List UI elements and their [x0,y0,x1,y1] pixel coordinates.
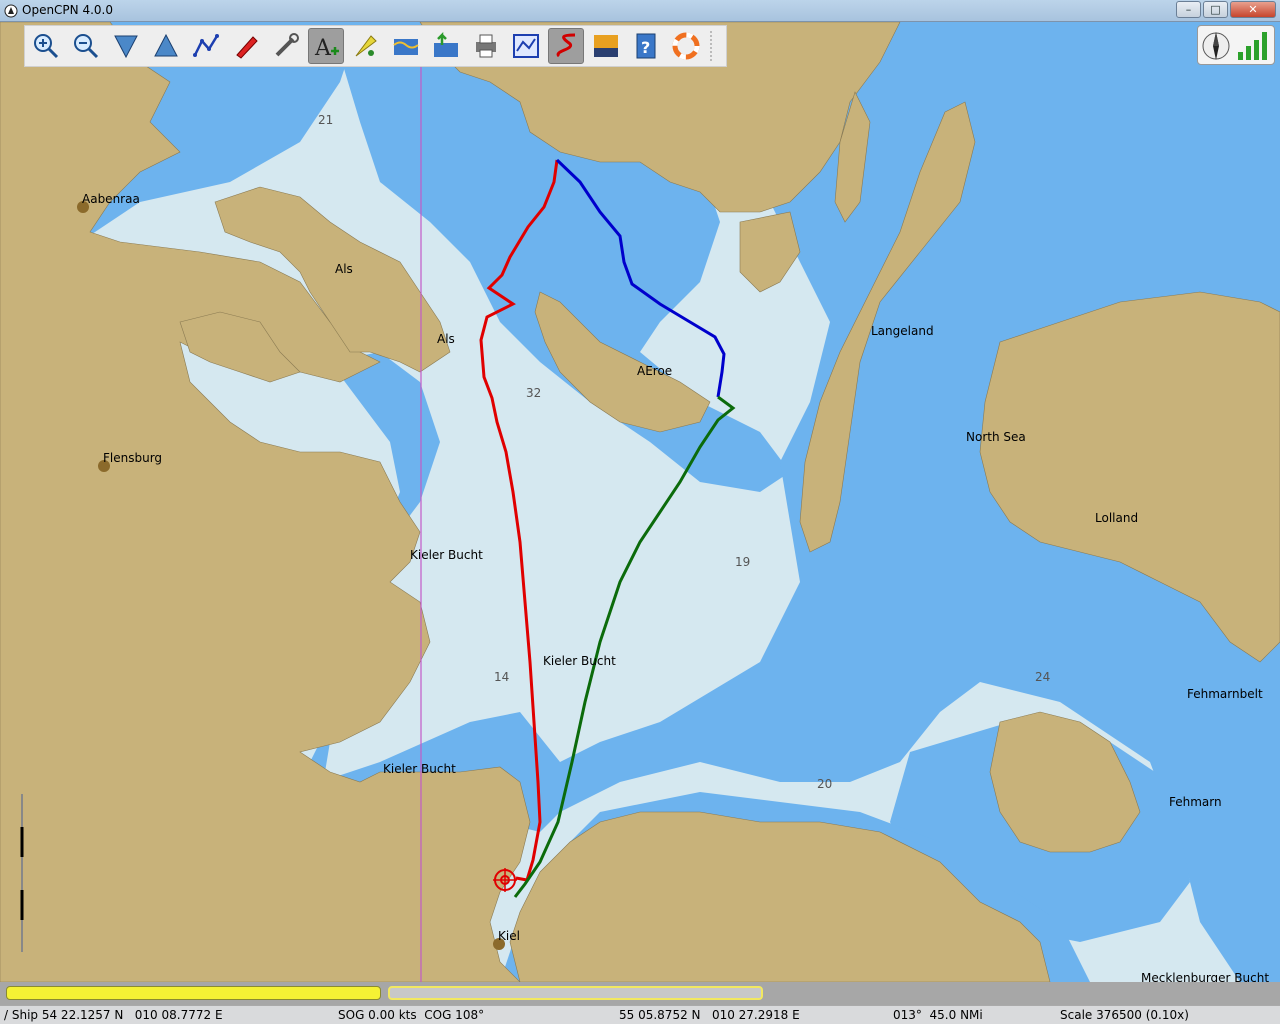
track-button[interactable] [548,28,584,64]
nautical-chart[interactable]: 21 32 19 14 24 20 Aabenraa Als Als Flens… [0,22,1280,982]
place-label: Als [437,332,455,346]
place-label: North Sea [966,430,1026,444]
place-label: Mecklenburger Bucht [1141,971,1269,982]
scale-out-icon [154,33,178,57]
text-add-icon: A [314,36,339,61]
place-label: Lolland [1095,511,1138,525]
help-icon: ? [636,33,656,59]
place-label: Fehmarnbelt [1187,687,1263,701]
place-label: Kiel [498,929,520,943]
place-label: AEroe [637,364,672,378]
color-scheme-button[interactable] [588,28,624,64]
place-label: Als [335,262,353,276]
print-button[interactable] [468,28,504,64]
depth-sounding: 19 [735,555,750,569]
mob-button[interactable] [668,28,704,64]
chart-piano-key-active[interactable] [6,986,381,1000]
status-bar: / Ship 54 22.1257 N 010 08.7772 E SOG 0.… [0,1005,1280,1024]
current-icon [434,31,458,57]
toolbar-grip[interactable] [710,31,718,61]
tide-wave-icon [393,39,419,55]
place-label: Kieler Bucht [543,654,616,668]
place-label: Kieler Bucht [410,548,483,562]
svg-text:A: A [314,36,332,61]
signal-strength-icon [1238,32,1267,60]
ship-position: / Ship 54 22.1257 N 010 08.7772 E [4,1008,223,1022]
place-label: Fehmarn [1169,795,1222,809]
scale-in-button[interactable] [108,28,144,64]
options-button[interactable] [268,28,304,64]
app-logo-icon [4,4,18,18]
tide-button[interactable] [388,28,424,64]
printer-icon [476,34,496,58]
depth-sounding: 14 [494,670,509,684]
chart-scale: Scale 376500 (0.10x) [1060,1008,1189,1022]
sunset-icon [594,35,618,57]
track-icon [556,33,576,58]
zoom-in-icon [34,34,59,59]
depth-sounding: 32 [526,386,541,400]
auto-follow-button[interactable] [228,28,264,64]
chart-piano-bar [0,982,1280,1005]
chart-piano-key[interactable] [388,986,763,1000]
depth-sounding: 24 [1035,670,1050,684]
lifebuoy-icon [672,32,700,60]
close-button[interactable]: ✕ [1230,1,1276,18]
current-button[interactable] [428,28,464,64]
zoom-in-button[interactable] [28,28,64,64]
place-label: Flensburg [103,451,162,465]
route-manager-button[interactable] [508,28,544,64]
current-tide-button[interactable] [348,28,384,64]
chart-canvas[interactable]: 21 32 19 14 24 20 Aabenraa Als Als Flens… [0,22,1280,982]
place-label: Kieler Bucht [383,762,456,776]
sog-cog: SOG 0.00 kts COG 108° [338,1008,485,1022]
create-route-button[interactable] [188,28,224,64]
depth-sounding: 21 [318,113,333,127]
window-title: OpenCPN 4.0.0 [22,3,113,17]
tide-icon [355,35,377,57]
place-label: Langeland [871,324,934,338]
ship-icon [236,36,258,59]
maximize-button[interactable]: □ [1203,1,1228,18]
main-toolbar: A ? [24,25,727,67]
depth-sounding: 20 [817,777,832,791]
place-label: Aabenraa [82,192,140,206]
compass-icon [1202,32,1267,60]
wrench-icon [275,33,299,57]
route-icon [193,34,219,57]
svg-text:?: ? [641,38,650,57]
title-bar: OpenCPN 4.0.0 – □ ✕ [0,0,1280,22]
compass-widget[interactable] [1197,25,1275,65]
zoom-out-icon [74,34,99,59]
minimize-button[interactable]: – [1176,1,1201,18]
help-button[interactable]: ? [628,28,664,64]
scale-out-button[interactable] [148,28,184,64]
text-button[interactable]: A [308,28,344,64]
scale-in-icon [114,35,138,59]
zoom-out-button[interactable] [68,28,104,64]
bearing-distance: 013° 45.0 NMi [893,1008,983,1022]
cursor-position: 55 05.8752 N 010 27.2918 E [619,1008,800,1022]
route-manager-icon [513,34,539,58]
